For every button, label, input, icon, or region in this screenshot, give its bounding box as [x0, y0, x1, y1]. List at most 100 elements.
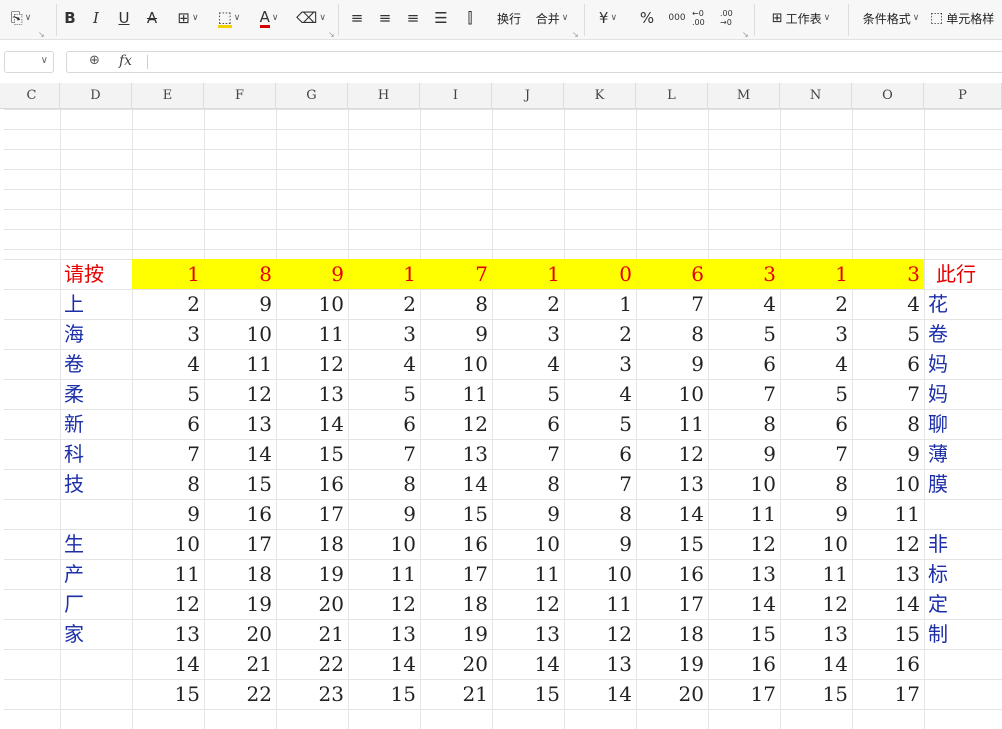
cell[interactable]: 14: [708, 589, 780, 619]
cell[interactable]: 10: [276, 289, 348, 319]
cell[interactable]: 18: [276, 529, 348, 559]
italic-button[interactable]: I: [86, 6, 106, 30]
cell[interactable]: 2: [780, 289, 852, 319]
row-left-label[interactable]: 技: [64, 469, 84, 499]
align-right-button[interactable]: ≡: [402, 6, 424, 30]
cell[interactable]: 2: [132, 289, 204, 319]
row-right-label[interactable]: 膜: [928, 469, 948, 499]
cell[interactable]: 5: [348, 379, 420, 409]
row-left-label[interactable]: 新: [64, 409, 84, 439]
cell[interactable]: 22: [204, 679, 276, 709]
cell[interactable]: 6: [348, 409, 420, 439]
cell[interactable]: 1: [492, 259, 564, 289]
cell[interactable]: 12: [132, 589, 204, 619]
cell[interactable]: 7: [348, 439, 420, 469]
cell[interactable]: 8: [708, 409, 780, 439]
cell[interactable]: 3: [348, 319, 420, 349]
cell[interactable]: 10: [708, 469, 780, 499]
cell[interactable]: 14: [780, 649, 852, 679]
cell[interactable]: 11: [204, 349, 276, 379]
row-right-label[interactable]: 妈: [928, 379, 948, 409]
cell[interactable]: 7: [564, 469, 636, 499]
cell[interactable]: 4: [348, 349, 420, 379]
merge-button[interactable]: 合并 ∨: [532, 6, 572, 30]
cell[interactable]: 7: [708, 379, 780, 409]
cell[interactable]: 7: [420, 259, 492, 289]
cell[interactable]: 5: [564, 409, 636, 439]
cell[interactable]: 21: [420, 679, 492, 709]
cell[interactable]: 13: [564, 649, 636, 679]
cell[interactable]: 12: [852, 529, 924, 559]
cell[interactable]: 16: [276, 469, 348, 499]
cell[interactable]: 9: [708, 439, 780, 469]
cell[interactable]: 14: [132, 649, 204, 679]
cell[interactable]: 17: [708, 679, 780, 709]
cell[interactable]: 8: [492, 469, 564, 499]
strikethrough-button[interactable]: A: [142, 6, 162, 30]
cell[interactable]: 15: [132, 679, 204, 709]
increase-decimal-button[interactable]: ←0 .00: [692, 6, 718, 30]
cell[interactable]: 9: [348, 499, 420, 529]
cell[interactable]: 3: [492, 319, 564, 349]
cell[interactable]: 0: [564, 259, 636, 289]
cell[interactable]: 19: [204, 589, 276, 619]
conditional-format-button[interactable]: 条件格式 ∨: [858, 6, 924, 30]
column-header-d[interactable]: D: [60, 83, 132, 109]
column-header-k[interactable]: K: [564, 83, 636, 109]
cell[interactable]: 11: [348, 559, 420, 589]
column-header-g[interactable]: G: [276, 83, 348, 109]
cell[interactable]: 5: [708, 319, 780, 349]
group-expander-icon[interactable]: ↘: [572, 30, 579, 39]
cell[interactable]: 11: [564, 589, 636, 619]
cell[interactable]: 14: [492, 649, 564, 679]
cell[interactable]: 8: [636, 319, 708, 349]
border-button[interactable]: ⊞ ∨: [172, 6, 204, 30]
cell[interactable]: 13: [276, 379, 348, 409]
row-right-label[interactable]: 妈: [928, 349, 948, 379]
cell[interactable]: 12: [636, 439, 708, 469]
cell[interactable]: 21: [276, 619, 348, 649]
cell[interactable]: 15: [348, 679, 420, 709]
cell[interactable]: 17: [204, 529, 276, 559]
cell[interactable]: 10: [780, 529, 852, 559]
row-right-label[interactable]: 定: [928, 589, 948, 619]
cell[interactable]: 18: [420, 589, 492, 619]
cell[interactable]: 15: [636, 529, 708, 559]
cell[interactable]: 2: [492, 289, 564, 319]
cell[interactable]: 6: [132, 409, 204, 439]
cell[interactable]: 16: [204, 499, 276, 529]
cell[interactable]: 9: [780, 499, 852, 529]
cell[interactable]: 6: [708, 349, 780, 379]
cell[interactable]: 6: [636, 259, 708, 289]
cell[interactable]: 15: [420, 499, 492, 529]
header-right-label[interactable]: 此行: [936, 259, 976, 289]
cell[interactable]: 15: [852, 619, 924, 649]
cell[interactable]: 15: [276, 439, 348, 469]
cell[interactable]: 13: [204, 409, 276, 439]
cell[interactable]: 5: [492, 379, 564, 409]
cell[interactable]: 5: [780, 379, 852, 409]
cell[interactable]: 13: [636, 469, 708, 499]
cell[interactable]: 13: [420, 439, 492, 469]
cell[interactable]: 15: [708, 619, 780, 649]
cell[interactable]: 13: [708, 559, 780, 589]
cell[interactable]: 20: [420, 649, 492, 679]
cell[interactable]: 14: [204, 439, 276, 469]
cell[interactable]: 10: [852, 469, 924, 499]
fill-color-button[interactable]: ⬚ ∨: [212, 6, 246, 30]
row-right-label[interactable]: 制: [928, 619, 948, 649]
align-left-button[interactable]: ≡: [346, 6, 368, 30]
cell[interactable]: 11: [780, 559, 852, 589]
cell[interactable]: 12: [780, 589, 852, 619]
worksheet-button[interactable]: ⊞ 工作表 ∨: [764, 6, 838, 30]
cell[interactable]: 5: [132, 379, 204, 409]
column-header-l[interactable]: L: [636, 83, 708, 109]
currency-button[interactable]: ¥ ∨: [592, 6, 624, 30]
cell[interactable]: 17: [276, 499, 348, 529]
cell[interactable]: 13: [780, 619, 852, 649]
cell[interactable]: 7: [492, 439, 564, 469]
cell[interactable]: 1: [348, 259, 420, 289]
name-box[interactable]: ∨: [4, 51, 54, 73]
cell[interactable]: 4: [852, 289, 924, 319]
cell[interactable]: 13: [492, 619, 564, 649]
